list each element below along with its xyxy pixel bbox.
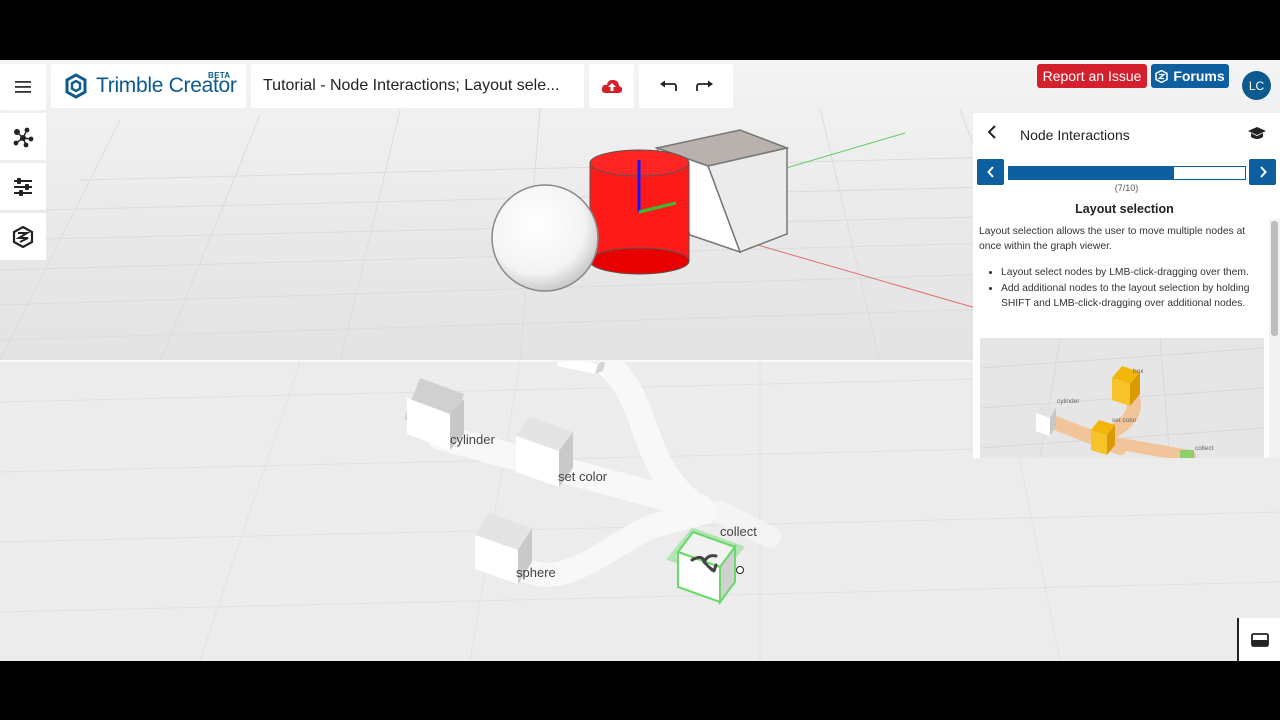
document-title-box[interactable]: Tutorial - Node Interactions; Layout sel… — [251, 64, 584, 108]
screen-frame: cylinder set color sphere collect Trimbl… — [0, 0, 1280, 720]
undo-redo-group — [639, 64, 733, 108]
sketchup-icon — [12, 225, 34, 248]
sketchup-button[interactable] — [0, 213, 46, 260]
save-to-cloud-button[interactable] — [589, 64, 634, 108]
scrollbar-thumb[interactable] — [1271, 221, 1278, 336]
logo[interactable]: Trimble Creator BETA — [51, 64, 246, 108]
tutorial-progress-bar — [1008, 166, 1246, 180]
illustration-label-cylinder: cylinder — [1057, 398, 1080, 405]
user-avatar[interactable]: LC — [1242, 71, 1271, 100]
step-title: Layout selection — [1075, 202, 1174, 216]
forums-button[interactable]: Forums — [1151, 64, 1229, 88]
tutorial-scrollbar[interactable] — [1269, 219, 1280, 458]
tutorial-panel: Node Interactions (7/10) Layout selectio… — [973, 113, 1280, 458]
step-counter: (7/10) — [1114, 183, 1139, 193]
tutorial-title: Node Interactions — [1020, 127, 1130, 143]
beta-badge: BETA — [208, 71, 231, 80]
illustration-label-set-color: set color — [1112, 417, 1137, 424]
panel-bottom-icon — [1250, 632, 1269, 647]
sliders-icon — [14, 177, 32, 196]
node-label-set-color: set color — [558, 469, 608, 484]
previous-step-button[interactable] — [977, 159, 1004, 185]
logo-name: Trimble — [96, 74, 164, 97]
node-box[interactable] — [557, 362, 606, 374]
chevron-left-icon — [987, 125, 996, 139]
graduation-cap-icon — [1248, 127, 1266, 139]
undo-icon — [659, 80, 677, 91]
grab-cursor — [736, 566, 744, 574]
node-label-collect: collect — [720, 524, 757, 539]
chevron-left-icon — [986, 166, 994, 178]
redo-icon — [695, 80, 713, 91]
node-label-cylinder: cylinder — [450, 432, 495, 447]
document-title: Tutorial - Node Interactions; Layout sel… — [263, 77, 560, 94]
tutorial-menu-button[interactable] — [1247, 126, 1267, 142]
trimble-logo-icon — [65, 73, 87, 99]
tutorial-back-button[interactable] — [987, 125, 997, 139]
hamburger-icon — [15, 81, 31, 93]
node-graph-button[interactable] — [0, 113, 46, 160]
node-graph-icon — [13, 127, 34, 147]
node-collect[interactable] — [666, 527, 745, 605]
report-issue-button[interactable]: Report an Issue — [1037, 64, 1147, 88]
step-description: Layout selection allows the user to move… — [979, 226, 1246, 252]
illustration-label-box: box — [1133, 368, 1144, 375]
illustration-graph — [980, 338, 1264, 458]
sketchup-icon — [1155, 69, 1169, 83]
tutorial-illustration: box cylinder set color collect — [980, 338, 1264, 458]
step-bullet: Add additional nodes to the layout selec… — [1001, 281, 1267, 311]
illustration-label-collect: collect — [1195, 445, 1214, 452]
step-bullets: Layout select nodes by LMB-click-draggin… — [1001, 265, 1267, 312]
node-label-sphere: sphere — [516, 565, 556, 580]
step-bullet: Layout select nodes by LMB-click-draggin… — [1001, 265, 1267, 280]
app-window: cylinder set color sphere collect Trimbl… — [0, 60, 1280, 661]
redo-button[interactable] — [695, 80, 714, 92]
tutorial-progress-fill — [1009, 167, 1175, 179]
chevron-right-icon — [1259, 166, 1267, 178]
undo-button[interactable] — [659, 80, 677, 92]
sphere-object[interactable] — [491, 184, 599, 292]
cloud-upload-icon — [601, 79, 622, 93]
forums-label: Forums — [1173, 68, 1225, 84]
menu-button[interactable] — [0, 64, 46, 110]
next-step-button[interactable] — [1249, 159, 1276, 185]
properties-button[interactable] — [0, 163, 46, 210]
panel-toggle-button[interactable] — [1237, 618, 1280, 661]
